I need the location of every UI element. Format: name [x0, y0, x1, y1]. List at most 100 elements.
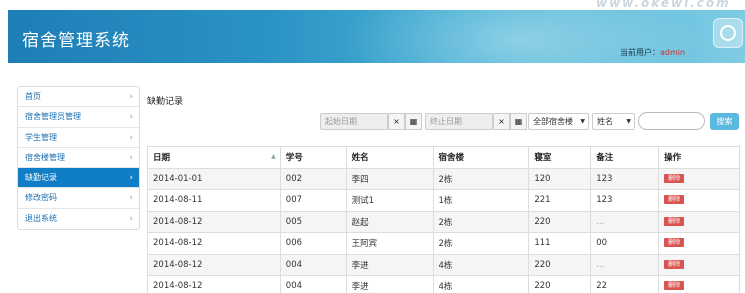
cell-student-id: 002: [279, 167, 347, 190]
cell-student-id: 007: [279, 189, 347, 212]
current-user-name[interactable]: admin: [660, 48, 685, 57]
chevron-right-icon: ›: [129, 152, 133, 163]
delete-button[interactable]: 删除: [664, 195, 685, 205]
chevron-right-icon: ›: [129, 132, 133, 143]
cell-room: 120: [528, 167, 592, 190]
cell-name: 测试1: [345, 189, 434, 212]
building-select[interactable]: 全部宿舍楼 ▼: [528, 113, 589, 130]
sidebar-item-label: 修改密码: [25, 193, 57, 203]
cell-remark: 00: [590, 232, 660, 255]
chevron-down-icon: ▼: [626, 118, 631, 125]
table-row: 2014-08-12 004 李进 4栋 220 22 删除: [147, 275, 740, 293]
app-header: 宿舍管理系统 当前用户：admin: [8, 10, 745, 63]
sidebar-item-label: 宿舍管理员管理: [25, 112, 81, 122]
cell-action: 删除: [658, 253, 740, 276]
end-date-calendar-icon[interactable]: ▦: [510, 113, 527, 130]
sidebar-item[interactable]: 学生管理 ›: [18, 128, 139, 148]
cell-name: 李进: [345, 275, 434, 293]
chevron-right-icon: ›: [129, 112, 133, 123]
sidebar-item[interactable]: 修改密码 ›: [18, 188, 139, 209]
logo-circle-icon: [720, 25, 736, 41]
delete-button[interactable]: 删除: [664, 216, 685, 226]
app-title: 宿舍管理系统: [22, 31, 130, 51]
sidebar-item-label: 首页: [25, 92, 41, 101]
cell-action: 删除: [658, 232, 740, 255]
cell-student-id: 004: [279, 275, 347, 293]
sidebar-nav: 首页 › 宿舍管理员管理 › 学生管理 › 宿舍楼管理 › 缺勤记录 › 修改密码 › 退出系统 ›: [17, 86, 140, 231]
cell-date: 2014-08-12: [147, 210, 281, 233]
cell-room: 220: [528, 253, 592, 276]
sort-asc-icon[interactable]: ▲: [271, 153, 276, 160]
cell-remark: 123: [590, 189, 660, 212]
chevron-down-icon: ▼: [580, 118, 585, 125]
sidebar-item[interactable]: 缺勤记录 ›: [18, 168, 139, 189]
sidebar-item-label: 宿舍楼管理: [25, 152, 65, 162]
cell-action: 删除: [658, 189, 740, 212]
cell-building: 2栋: [432, 232, 530, 255]
table-header-row: 日期 ▲ 学号 姓名 宿舍楼 寝室 备注 操作: [147, 146, 740, 169]
cell-name: 赵起: [345, 210, 434, 233]
cell-date: 2014-08-12: [147, 253, 281, 276]
sidebar-item[interactable]: 退出系统 ›: [18, 209, 139, 229]
cell-building: 4栋: [432, 275, 530, 293]
delete-button[interactable]: 删除: [664, 238, 685, 248]
cell-action: 删除: [658, 210, 740, 233]
cell-student-id: 004: [279, 253, 347, 276]
cell-date: 2014-01-01: [147, 167, 281, 190]
delete-button[interactable]: 删除: [664, 281, 685, 291]
search-input[interactable]: [638, 112, 705, 130]
search-button[interactable]: 搜索: [710, 113, 739, 130]
cell-action: 删除: [658, 167, 740, 190]
chevron-right-icon: ›: [129, 173, 133, 184]
start-date-input[interactable]: 起始日期: [320, 113, 388, 130]
sidebar-item[interactable]: 宿舍楼管理 ›: [18, 148, 139, 169]
page-title: 缺勤记录: [147, 97, 184, 107]
sidebar-item-label: 学生管理: [25, 132, 57, 142]
cell-building: 2栋: [432, 210, 530, 233]
cell-student-id: 005: [279, 210, 347, 233]
cell-building: 1栋: [432, 189, 530, 212]
site-watermark: www.okewi.com: [596, 0, 731, 10]
search-field-select[interactable]: 姓名 ▼: [592, 113, 635, 130]
attendance-table: 日期 ▲ 学号 姓名 宿舍楼 寝室 备注 操作 2014-01-01 002 李四 2栋…: [147, 146, 740, 293]
table-row: 2014-08-12 005 赵起 2栋 220... 删除: [147, 210, 740, 233]
cell-date: 2014-08-12: [147, 232, 281, 255]
current-user-info: 当前用户：admin: [620, 47, 685, 58]
table-row: 2014-01-01 002 李四 2栋 120 123 删除: [147, 167, 740, 190]
clear-end-date-button[interactable]: ×: [493, 113, 510, 130]
column-header-room[interactable]: 寝室: [528, 146, 592, 169]
cell-room: 220: [528, 210, 592, 233]
column-header-remark[interactable]: 备注: [590, 146, 660, 169]
table-row: 2014-08-12 004 李进 4栋 220... 删除: [147, 253, 740, 276]
sidebar-item-label: 缺勤记录: [25, 173, 57, 183]
current-user-label: 当前用户：: [620, 48, 660, 57]
column-header-date[interactable]: 日期 ▲: [147, 146, 281, 169]
logo-icon[interactable]: [713, 18, 743, 48]
chevron-right-icon: ›: [129, 213, 133, 224]
cell-date: 2014-08-12: [147, 275, 281, 293]
cell-action: 删除: [658, 275, 740, 293]
cell-name: 李四: [345, 167, 434, 190]
cell-building: 2栋: [432, 167, 530, 190]
clear-start-date-button[interactable]: ×: [388, 113, 405, 130]
cell-remark: 22: [590, 275, 660, 293]
sidebar-item[interactable]: 首页 ›: [18, 87, 139, 108]
chevron-right-icon: ›: [129, 193, 133, 204]
sidebar-item-label: 退出系统: [25, 213, 57, 223]
column-header-action: 操作: [658, 146, 740, 169]
delete-button[interactable]: 删除: [664, 173, 685, 183]
cell-room: 111: [528, 232, 592, 255]
column-header-student-id[interactable]: 学号: [279, 146, 347, 169]
column-header-building[interactable]: 宿舍楼: [432, 146, 530, 169]
cell-remark: ...: [590, 210, 660, 233]
cell-building: 4栋: [432, 253, 530, 276]
table-row: 2014-08-11 007 测试1 1栋 221 123 删除: [147, 189, 740, 212]
table-row: 2014-08-12 006 王阿宾 2栋 111 00 删除: [147, 232, 740, 255]
end-date-input[interactable]: 终止日期: [425, 113, 493, 130]
delete-button[interactable]: 删除: [664, 259, 685, 269]
chevron-right-icon: ›: [129, 92, 133, 102]
cell-name: 李进: [345, 253, 434, 276]
sidebar-item[interactable]: 宿舍管理员管理 ›: [18, 107, 139, 128]
start-date-calendar-icon[interactable]: ▦: [405, 113, 422, 130]
column-header-name[interactable]: 姓名: [345, 146, 434, 169]
